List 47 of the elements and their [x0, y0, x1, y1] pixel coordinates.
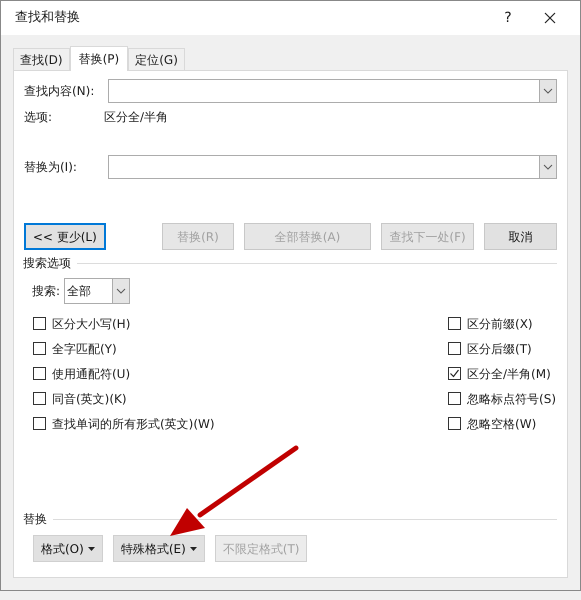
checkbox[interactable]	[33, 342, 46, 355]
checkbox-label: 忽略标点符号(S)	[467, 390, 556, 408]
field-label: 查找内容(N):	[24, 83, 96, 100]
checkbox[interactable]	[448, 342, 462, 355]
dropdown-button[interactable]	[539, 80, 556, 102]
field-label: 替换为(I):	[24, 159, 78, 176]
chevron-down-icon	[543, 88, 553, 94]
checkbox[interactable]	[448, 392, 462, 405]
section-title: 替换	[23, 511, 47, 528]
checkbox[interactable]	[33, 317, 46, 330]
dialog-button[interactable]: 取消	[484, 223, 557, 250]
section-title: 搜索选项	[23, 255, 71, 272]
checkbox-label: 全字匹配(Y)	[52, 340, 117, 358]
checkbox[interactable]	[33, 392, 46, 405]
checkbox-label: 使用通配符(U)	[52, 366, 130, 382]
checkbox-label: 查找单词的所有形式(英文)(W)	[52, 416, 215, 432]
checkbox-label: 区分全/半角(M)	[467, 366, 551, 382]
input-field[interactable]	[108, 79, 557, 103]
dialog-button[interactable]: << 更少(L)	[24, 223, 106, 250]
options-value: 区分全/半角	[104, 109, 168, 126]
help-button[interactable]: ?	[490, 4, 526, 32]
dropdown-field[interactable]: 全部	[64, 278, 130, 304]
dialog-button[interactable]: 特殊格式(E)	[112, 535, 205, 562]
tab[interactable]: 定位(G)	[128, 48, 185, 70]
checkbox-label: 忽略空格(W)	[467, 416, 536, 432]
checkbox-label: 同音(英文)(K)	[52, 390, 127, 408]
checkbox[interactable]	[448, 317, 462, 330]
dropdown-button[interactable]	[539, 156, 556, 178]
dialog-button[interactable]: 格式(O)	[33, 535, 103, 562]
window-title: 查找和替换	[15, 9, 81, 28]
caret-icon	[190, 546, 197, 550]
checkbox-label: 区分前缀(X)	[467, 316, 533, 332]
checkbox-label: 区分后缀(T)	[467, 340, 532, 358]
field-label: 搜索:	[32, 283, 60, 300]
checkbox[interactable]	[448, 417, 462, 430]
chevron-down-icon	[116, 288, 126, 294]
chevron-down-icon	[543, 164, 553, 170]
checkbox[interactable]	[33, 367, 46, 380]
checkbox[interactable]	[33, 417, 46, 430]
checkbox[interactable]	[448, 367, 462, 380]
checkbox-label: 区分大小写(H)	[52, 316, 130, 332]
input-field[interactable]	[108, 155, 557, 179]
tab[interactable]: 替换(P)	[70, 46, 128, 71]
field-label: 选项:	[24, 109, 54, 126]
close-icon	[544, 12, 556, 24]
tab[interactable]: 查找(D)	[13, 48, 70, 70]
caret-icon	[88, 546, 95, 550]
